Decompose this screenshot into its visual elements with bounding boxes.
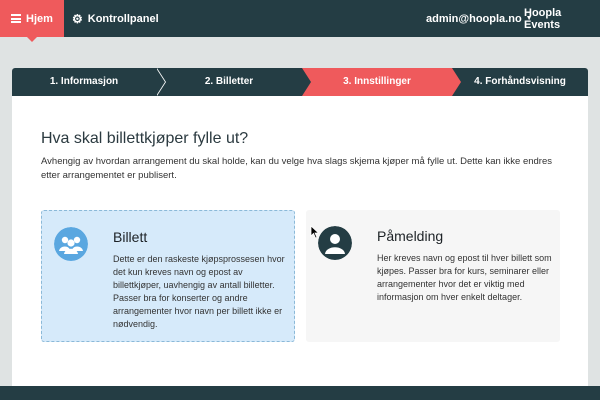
step-separator xyxy=(452,68,461,96)
menu-icon xyxy=(11,14,22,23)
step-innstillinger[interactable]: 3. Innstillinger xyxy=(302,68,452,96)
page-title: Hva skal billettkjøper fylle ut? xyxy=(41,130,249,147)
person-icon xyxy=(318,226,352,260)
top-navbar: Hjem ⚙ Kontrollpanel admin@hoopla.no ▼ H… xyxy=(0,0,600,42)
mouse-cursor-icon xyxy=(310,225,320,239)
option-text: Her kreves navn og epost til hver billet… xyxy=(377,253,552,302)
nav-home-label: Hjem xyxy=(26,12,53,25)
wizard-steps: 1. Informasjon 2. Billetter 3. Innstilli… xyxy=(12,68,588,96)
option-text: Dette er den raskeste kjøpsprossesen hvo… xyxy=(113,254,285,329)
nav-control-panel[interactable]: ⚙ Kontrollpanel xyxy=(72,0,159,37)
step-separator xyxy=(156,68,165,96)
option-title: Påmelding xyxy=(377,228,444,244)
option-card-pamelding[interactable]: Påmelding Her kreves navn og epost til h… xyxy=(306,210,560,342)
step-forhandsvisning[interactable]: 4. Forhåndsvisning xyxy=(452,68,588,96)
step-informasjon[interactable]: 1. Informasjon xyxy=(12,68,156,96)
step-separator xyxy=(302,68,311,96)
option-title: Billett xyxy=(113,229,148,245)
nav-control-panel-label: Kontrollpanel xyxy=(87,12,159,25)
option-card-billett[interactable]: Billett Dette er den raskeste kjøpspross… xyxy=(41,210,295,342)
footer-bar xyxy=(0,386,600,400)
step-billetter[interactable]: 2. Billetter xyxy=(156,68,302,96)
user-menu-dropdown[interactable]: admin@hoopla.no ▼ xyxy=(426,0,533,37)
active-indicator xyxy=(27,37,37,42)
brand-link[interactable]: Hoopla Events xyxy=(524,0,600,37)
user-email: admin@hoopla.no xyxy=(426,12,522,25)
nav-home-button[interactable]: Hjem xyxy=(0,0,64,42)
main-panel: 1. Informasjon 2. Billetter 3. Innstilli… xyxy=(12,68,588,400)
page-description: Avhengig av hvordan arrangement du skal … xyxy=(41,156,552,181)
group-icon xyxy=(54,227,88,261)
gear-icon: ⚙ xyxy=(72,11,83,26)
